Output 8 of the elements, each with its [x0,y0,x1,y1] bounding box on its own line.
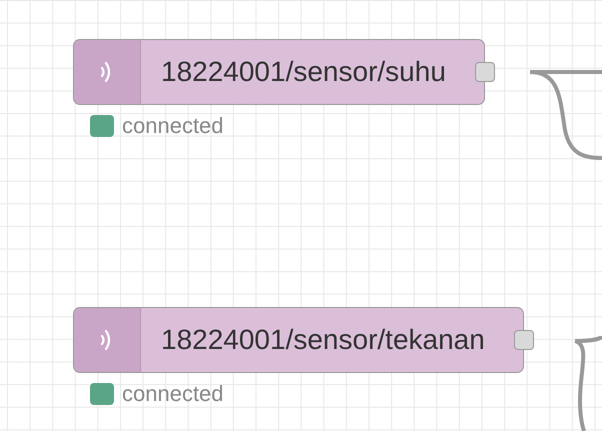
status-text: connected [122,113,224,139]
output-port[interactable] [474,62,495,82]
node-label: 18224001/sensor/suhu [160,56,447,88]
mqtt-node[interactable]: 18224001/sensor/tekanan [73,307,524,373]
status-text: connected [122,381,224,407]
node-label: 18224001/sensor/tekanan [160,324,486,356]
output-port[interactable] [514,330,534,350]
mqtt-node[interactable]: 18224001/sensor/suhu [73,39,485,105]
